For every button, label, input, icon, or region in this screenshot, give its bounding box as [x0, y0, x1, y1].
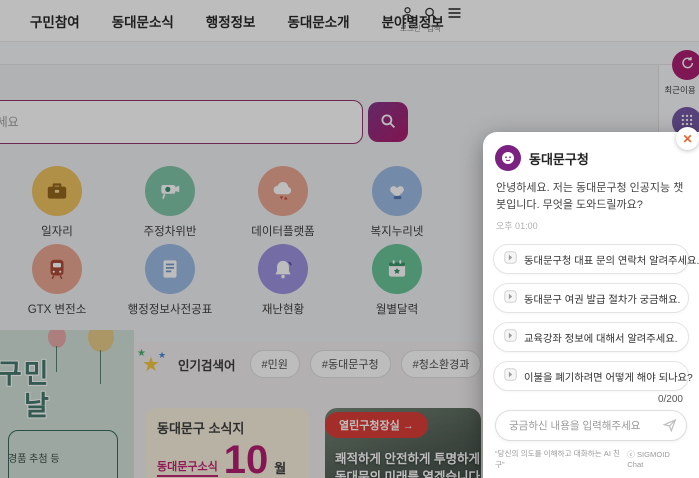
balloon-icon	[48, 330, 66, 348]
quick-menu-jobs[interactable]: 일자리	[0, 166, 117, 239]
briefcase-icon	[32, 166, 82, 216]
paper-plane-icon	[662, 418, 678, 436]
quick-menu-label: 주정차위반	[143, 226, 197, 238]
hamburger-menu-icon[interactable]	[446, 5, 463, 21]
quick-menu-label: 월별달력	[375, 304, 419, 316]
suggestion-label: 교육강좌 정보에 대해서 알려주세요.	[524, 333, 678, 345]
quick-menu-label: 복지누리넷	[370, 226, 424, 238]
popular-tag-minwon[interactable]: #민원	[249, 350, 300, 378]
quick-menu-label: 재난현황	[261, 304, 305, 316]
stars-icon: ★ ★ ★	[137, 348, 167, 376]
main-search-button[interactable]	[368, 102, 408, 142]
quick-menu-label: 일자리	[41, 226, 73, 238]
recent-used-label: 최근이용	[664, 85, 696, 95]
quick-menu-disclosure[interactable]: 행정정보사전공표	[110, 244, 230, 317]
cctv-camera-icon	[145, 166, 195, 216]
poster-title: 날	[24, 391, 49, 421]
magnifier-icon	[379, 112, 397, 133]
mayor-slogan-line2: 동대문의 미래를 열겠습니다	[335, 470, 480, 478]
send-button[interactable]	[661, 417, 679, 435]
nav-utilities: 로그인 검색	[400, 5, 470, 34]
chatbot-greeting: 안녕하세요. 저는 동대문구청 인공지능 챗봇입니다. 무엇을 도와드릴까요?	[496, 182, 684, 212]
quick-menu-calendar[interactable]: 월별달력	[337, 244, 457, 317]
recent-used-button[interactable]	[672, 50, 699, 80]
quick-menu-label: 행정정보사전공표	[127, 304, 213, 316]
quick-menu-label: GTX 변전소	[27, 304, 87, 316]
login-person-icon[interactable]	[400, 5, 415, 21]
chatbot-header: 동대문구청	[483, 132, 699, 171]
balloon-string	[56, 346, 57, 372]
mayor-badge[interactable]: 열린구청장실 →	[325, 412, 428, 438]
hero-top-strip	[0, 42, 699, 65]
suggestion-icon	[504, 329, 517, 345]
suggestion-education-button[interactable]: 교육강좌 정보에 대해서 알려주세요.	[493, 322, 689, 353]
cloud-icon	[258, 166, 308, 216]
nav-item-news[interactable]: 동대문소식	[112, 11, 174, 31]
top-navigation: 구민참여 동대문소식 행정정보 동대문소개 분야별정보 로그인 검색	[0, 0, 699, 42]
quick-menu-parking[interactable]: 주정차위반	[110, 166, 230, 239]
document-icon	[145, 244, 195, 294]
suggestion-icon	[504, 251, 517, 267]
nav-item-intro[interactable]: 동대문소개	[287, 11, 349, 31]
newsletter-month-suffix: 월	[274, 461, 287, 476]
chatbot-panel: 동대문구청 안녕하세요. 저는 동대문구청 인공지능 챗봇입니다. 무엇을 도와…	[483, 132, 699, 478]
nav-item-gumin[interactable]: 구민참여	[30, 11, 80, 31]
popular-tag-office[interactable]: #동대문구청	[309, 350, 391, 378]
main-search-input[interactable]	[0, 100, 363, 144]
suggestion-icon	[504, 368, 517, 384]
chatbot-footer: “당신의 의도를 이해하고 대화하는 AI 친구” ⓒ SIGMOID Chat	[483, 441, 699, 470]
nav-item-admin[interactable]: 행정정보	[206, 11, 256, 31]
event-poster[interactable]: 문구민 날 경품 추첨 등	[0, 330, 134, 478]
quick-menu-dataplatform[interactable]: 데이터플랫폼	[223, 166, 343, 239]
chatbot-logo-icon	[495, 145, 521, 171]
page: 구민참여 동대문소식 행정정보 동대문소개 분야별정보 로그인 검색 검색어를 …	[0, 0, 699, 478]
mayor-slogan-line1: 쾌적하게 안전하게 투명하게	[335, 452, 480, 466]
chatbot-input-area: 0/200 “당신의 의도를 이해하고 대화하는 AI 친구” ⓒ SIGMOI…	[483, 394, 699, 470]
chatbot-message-input[interactable]	[495, 410, 687, 441]
suggestion-passport-button[interactable]: 동대문구 여권 발급 절차가 궁금해요.	[493, 283, 689, 314]
suggestion-icon	[504, 290, 517, 306]
newsletter-title: 동대문구 소식지	[157, 421, 245, 436]
chatbot-suggestions: 동대문구청 대표 문의 연락처 알려주세요. 동대문구 여권 발급 절차가 궁금…	[483, 232, 699, 392]
chatbot-close-button[interactable]: ✕	[676, 127, 699, 150]
newsletter-month-number: 10	[223, 438, 269, 478]
chatbot-title: 동대문구청	[529, 151, 589, 167]
alert-bell-icon	[258, 244, 308, 294]
chatbot-footer-brand: ⓒ SIGMOID Chat	[627, 450, 670, 469]
suggestion-disposal-button[interactable]: 이불을 폐기하려면 어떻게 해야 되나요?	[493, 361, 693, 392]
heart-hand-icon	[372, 166, 422, 216]
suggestion-label: 동대문구청 대표 문의 연락처 알려주세요.	[524, 255, 699, 267]
chatbot-footer-tagline: “당신의 의도를 이해하고 대화하는 AI 친구”	[495, 449, 621, 469]
calendar-icon	[372, 244, 422, 294]
nav-menu: 구민참여 동대문소식 행정정보 동대문소개 분야별정보	[30, 0, 444, 42]
quick-menu-welfare[interactable]: 복지누리넷	[337, 166, 457, 239]
refresh-icon	[679, 55, 695, 76]
quick-menu-label: 데이터플랫폼	[251, 226, 315, 238]
close-icon: ✕	[682, 131, 693, 146]
popular-tag-cleaning[interactable]: #청소환경과	[400, 350, 482, 378]
newsletter-card[interactable]: 동대문구 소식지 동대문구소식 10 월	[145, 408, 310, 478]
quick-menu-disaster[interactable]: 재난현황	[223, 244, 343, 317]
popular-search-label: 인기검색어	[178, 358, 236, 373]
suggestion-label: 동대문구 여권 발급 절차가 궁금해요.	[524, 294, 681, 306]
search-icon[interactable]	[423, 5, 438, 21]
balloon-string	[100, 350, 101, 384]
char-counter: 0/200	[657, 394, 683, 405]
train-icon	[32, 244, 82, 294]
mayor-office-card[interactable]: 열린구청장실 → 쾌적하게 안전하게 투명하게 동대문의 미래를 열겠습니다	[325, 408, 481, 478]
chatbot-timestamp: 오후 01:00	[496, 221, 538, 232]
suggestion-label: 이불을 폐기하려면 어떻게 해야 되나요?	[524, 372, 693, 384]
search-label: 검색	[426, 24, 441, 33]
balloon-icon	[88, 330, 114, 352]
quick-menu-gtx[interactable]: GTX 변전소	[0, 244, 117, 317]
login-label: 로그인	[400, 24, 421, 33]
newsletter-logo: 동대문구소식	[157, 458, 218, 477]
suggestion-contact-button[interactable]: 동대문구청 대표 문의 연락처 알려주세요.	[493, 244, 699, 275]
poster-note: 경품 추첨 등	[8, 454, 60, 465]
